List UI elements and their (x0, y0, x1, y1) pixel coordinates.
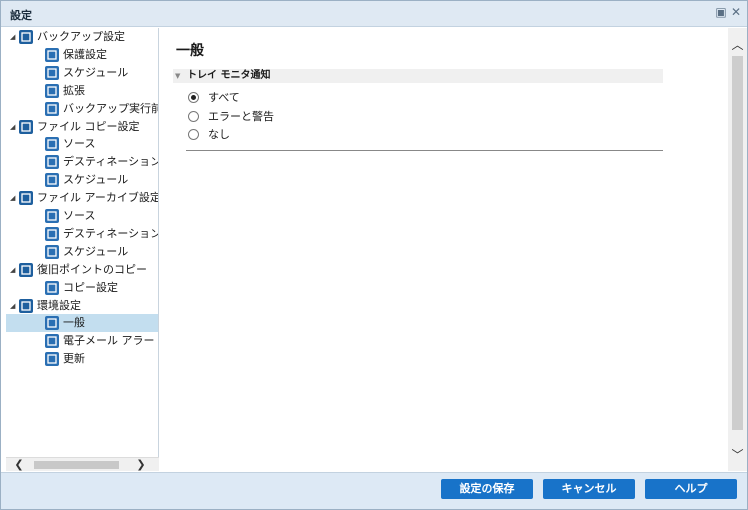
radio-label-errors-warnings: エラーと警告 (208, 110, 274, 123)
tree-horizontal-scrollbar[interactable]: ❮ ❯ (6, 457, 159, 471)
settings-window: 設定 ▣ ✕ ◢ バックアップ設定保護設定スケジュール拡張バックアップ実行前/後の… (0, 0, 748, 510)
settings-tree: ◢ バックアップ設定保護設定スケジュール拡張バックアップ実行前/後の ◢ ファイル コ… (6, 28, 159, 471)
tree-item-label: 電子メール アラート (63, 334, 159, 348)
protection-icon (45, 47, 59, 62)
expand-toggle-icon[interactable]: ◢ (10, 297, 18, 315)
radio-label-none: なし (208, 128, 230, 141)
tree-item-label: ファイル アーカイブ設定 (37, 191, 159, 205)
tree-item[interactable]: ◢ ファイル アーカイブ設定 (6, 189, 159, 207)
cancel-button[interactable]: キャンセル (543, 479, 635, 499)
tree-item[interactable]: ◢ バックアップ設定 (6, 28, 158, 46)
radio-button-errors-warnings[interactable] (188, 111, 199, 122)
copy-settings-icon (45, 280, 59, 295)
tree-item-label: 環境設定 (37, 298, 81, 312)
tree-item[interactable]: スケジュール (6, 171, 158, 189)
advanced-icon (45, 83, 59, 98)
section-divider (186, 150, 663, 151)
tree-item[interactable]: デスティネーション (6, 225, 159, 243)
scroll-down-icon[interactable]: ﹀ (728, 446, 747, 462)
tree-item[interactable]: スケジュール (6, 64, 158, 82)
section-header-tray-monitor[interactable]: ▼ トレイ モニタ通知 (173, 69, 663, 83)
recovery-point-icon (19, 262, 33, 277)
radio-button-all[interactable] (188, 92, 199, 103)
tree-item[interactable]: ◢ 復旧ポイントのコピー (6, 261, 158, 279)
page-title: 一般 (176, 43, 204, 59)
tree-item-label: 保護設定 (63, 47, 107, 61)
content-panel: 一般 ▼ トレイ モニタ通知 すべて エラーと警告 なし (160, 28, 728, 471)
expand-toggle-icon[interactable]: ◢ (10, 28, 18, 46)
source-icon (45, 137, 59, 152)
tree-item[interactable]: ソース (6, 135, 158, 153)
tree-item-label: 復旧ポイントのコピー (37, 262, 147, 276)
schedule-icon (45, 65, 59, 80)
tree-item-label: スケジュール (63, 65, 129, 79)
tree-item-label: 一般 (63, 316, 85, 330)
scroll-up-icon[interactable]: ︿ (728, 36, 747, 52)
destination-icon (45, 226, 59, 241)
schedule-icon (45, 244, 59, 259)
email-icon (45, 334, 59, 349)
tree-item-label: ソース (63, 137, 96, 151)
tree-item-label: ソース (63, 209, 96, 222)
tree-item[interactable]: スケジュール (6, 243, 158, 261)
radio-button-none[interactable] (188, 129, 199, 140)
general-icon (45, 316, 59, 331)
file-archive-icon (19, 191, 33, 206)
tree-item-label: 拡張 (63, 83, 85, 97)
tree-item-label: デスティネーション (63, 155, 159, 169)
collapse-triangle-icon[interactable]: ▼ (175, 69, 180, 83)
preferences-icon (19, 298, 33, 313)
close-icon[interactable]: ✕ (730, 6, 742, 18)
tree-item-label: バックアップ実行前/後の (63, 101, 159, 115)
expand-toggle-icon[interactable]: ◢ (10, 118, 18, 136)
tree-item[interactable]: ◢ 環境設定 (6, 297, 158, 315)
tree-item[interactable]: 保護設定 (6, 46, 158, 64)
tree-scroll-thumb[interactable] (34, 461, 119, 469)
tree-item[interactable]: デスティネーション (6, 153, 159, 171)
tree-item-label: ファイル コピー設定 (37, 119, 140, 133)
tree-item[interactable]: 更新 (6, 350, 158, 368)
tree-item[interactable]: 拡張 (6, 82, 158, 100)
tree-item-label: スケジュール (63, 244, 129, 258)
file-copy-icon (19, 119, 33, 134)
scroll-right-icon[interactable]: ❯ (134, 458, 148, 472)
tree-item[interactable]: バックアップ実行前/後の (6, 100, 159, 118)
title-bar: 設定 ▣ ✕ (1, 1, 747, 27)
radio-label-all: すべて (208, 91, 240, 104)
tree-item[interactable]: ◢ ファイル コピー設定 (6, 118, 158, 136)
help-button[interactable]: ヘルプ (645, 479, 737, 499)
footer-bar: 設定の保存 キャンセル ヘルプ (1, 472, 747, 509)
tree-item[interactable]: 電子メール アラート (6, 332, 159, 350)
tree-item-label: 更新 (63, 352, 85, 366)
source-icon (45, 209, 59, 223)
save-settings-button[interactable]: 設定の保存 (441, 479, 533, 499)
restore-icon[interactable]: ▣ (715, 6, 727, 18)
content-scroll-thumb[interactable] (732, 56, 743, 430)
tree-item-label: コピー設定 (63, 280, 118, 294)
expand-toggle-icon[interactable]: ◢ (10, 261, 18, 279)
wrench-icon (45, 101, 59, 116)
content-vertical-scrollbar[interactable]: ︿ ﹀ (728, 28, 747, 471)
schedule-icon (45, 173, 59, 188)
window-title: 設定 (10, 9, 32, 22)
expand-toggle-icon[interactable]: ◢ (10, 189, 18, 207)
tree-item-label: バックアップ設定 (37, 30, 125, 43)
tree-item[interactable]: 一般 (6, 314, 158, 333)
update-icon (45, 352, 59, 367)
section-header-label: トレイ モニタ通知 (187, 70, 271, 81)
backup-icon (19, 30, 33, 44)
tree-item[interactable]: ソース (6, 207, 158, 225)
destination-icon (45, 155, 59, 170)
tree-item[interactable]: コピー設定 (6, 279, 158, 297)
tree-item-label: デスティネーション (63, 226, 159, 240)
tree-item-label: スケジュール (63, 173, 129, 187)
scroll-left-icon[interactable]: ❮ (12, 458, 26, 472)
